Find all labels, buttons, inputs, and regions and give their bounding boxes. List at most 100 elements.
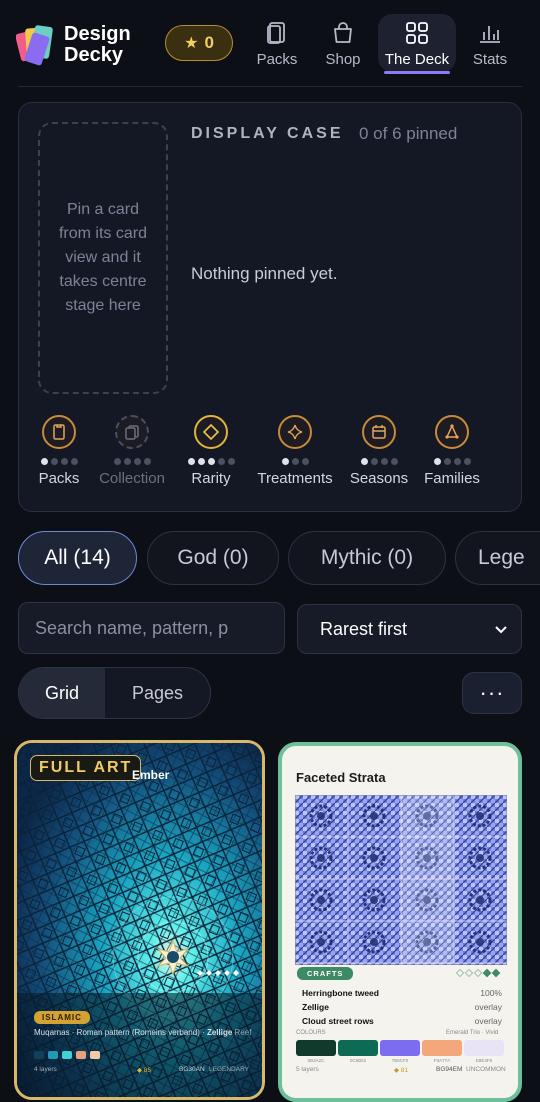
app-header: Design Decky ★ 0 Packs Shop The Deck Sta… bbox=[0, 0, 540, 86]
card-code: BG30AN bbox=[179, 1066, 205, 1073]
palette-swatch bbox=[380, 1040, 420, 1056]
card-ember[interactable]: FULL ART Ember ISLAMIC Muqarnas · Roman … bbox=[14, 740, 265, 1100]
nav-stats[interactable]: Stats bbox=[458, 14, 522, 68]
chevron-down-icon bbox=[495, 626, 507, 634]
rarity-label: UNCOMMON bbox=[466, 1066, 506, 1073]
rarity-gem bbox=[482, 968, 492, 978]
coin-value: 0 bbox=[204, 33, 214, 52]
colours-label: COLOURS bbox=[296, 1030, 326, 1036]
card-name: Faceted Strata bbox=[296, 770, 386, 785]
progress-dots bbox=[187, 458, 235, 465]
progress-dots bbox=[40, 458, 78, 465]
rarity-gem bbox=[455, 968, 465, 978]
pattern-name: Cloud street rows bbox=[302, 1016, 374, 1026]
diamond-icon bbox=[202, 423, 220, 441]
card-faceted-strata[interactable]: Faceted Strata CRAFTS Herringbone tweed 1… bbox=[278, 742, 522, 1102]
score: ◆ 85 bbox=[137, 1067, 152, 1074]
nav-the-deck[interactable]: The Deck bbox=[378, 14, 456, 74]
badge-rarity[interactable]: Rarity bbox=[166, 415, 256, 487]
pill-god[interactable]: God (0) bbox=[147, 531, 279, 585]
coin-balance[interactable]: ★ 0 bbox=[165, 25, 233, 61]
search-input[interactable] bbox=[18, 602, 285, 654]
desc-highlight: Zellige bbox=[206, 1028, 233, 1037]
color-swatch bbox=[76, 1051, 86, 1059]
pin-slot[interactable]: Pin a card from its card view and it tak… bbox=[38, 122, 168, 394]
palette-hex: E8E4F6 bbox=[475, 1058, 493, 1063]
badge-label: Collection bbox=[99, 470, 165, 487]
palette-name: Emerald Trio · Vivid bbox=[446, 1030, 499, 1036]
badge-label: Rarity bbox=[191, 470, 231, 487]
pinned-count: 0 of 6 pinned bbox=[359, 124, 458, 143]
score: ◆ 81 bbox=[394, 1067, 409, 1074]
view-pages-button[interactable]: Pages bbox=[105, 668, 210, 718]
desc-patterns: Muqarnas · Roman pattern (Romeins verban… bbox=[34, 1028, 207, 1037]
color-swatch bbox=[62, 1051, 72, 1059]
badge-treatments[interactable]: Treatments bbox=[250, 415, 340, 487]
collection-icon bbox=[125, 425, 139, 440]
color-swatch bbox=[34, 1051, 44, 1059]
view-grid-button[interactable]: Grid bbox=[19, 668, 105, 718]
pattern-row: Zellige overlay bbox=[302, 1002, 502, 1012]
star-icon: ★ bbox=[184, 35, 199, 52]
active-underline bbox=[384, 71, 450, 74]
badge-collection[interactable]: Collection bbox=[87, 415, 177, 487]
card-description: Muqarnas · Roman pattern (Romeins verban… bbox=[34, 1028, 251, 1037]
shop-bag-icon bbox=[334, 22, 352, 43]
pattern-name: Herringbone tweed bbox=[302, 988, 379, 998]
view-toggle: Grid Pages bbox=[18, 667, 211, 719]
brand-line-1: Design bbox=[64, 23, 131, 45]
network-icon bbox=[445, 424, 459, 439]
pattern-row: Herringbone tweed 100% bbox=[302, 988, 502, 998]
palette-hex: 7B6CF0 bbox=[391, 1058, 409, 1063]
more-options-button[interactable]: ··· bbox=[462, 672, 522, 714]
pattern-blend: overlay bbox=[474, 1002, 502, 1012]
palette-hex: F3A77A bbox=[433, 1058, 451, 1063]
rarity-label: LEGENDARY bbox=[209, 1066, 249, 1073]
color-swatch bbox=[48, 1051, 58, 1059]
brand-line-2: Decky bbox=[64, 44, 123, 66]
pattern-name: Zellige bbox=[302, 1002, 329, 1012]
palette-swatch bbox=[464, 1040, 504, 1056]
card-artwork bbox=[17, 743, 262, 1097]
display-case: Pin a card from its card view and it tak… bbox=[18, 102, 522, 512]
nav-label: Stats bbox=[472, 51, 508, 68]
layer-count: 5 layers bbox=[296, 1066, 319, 1073]
sort-select[interactable]: Rarest first bbox=[297, 604, 522, 654]
card-footer: 4 layers ◆ 85 BG30AN LEGENDARY bbox=[34, 1066, 249, 1074]
palette-swatch bbox=[422, 1040, 462, 1056]
card-code: BG94EM bbox=[436, 1066, 463, 1073]
calendar-icon bbox=[372, 425, 386, 439]
card-artwork bbox=[295, 795, 507, 965]
rarity-gem bbox=[464, 968, 474, 978]
empty-message: Nothing pinned yet. bbox=[191, 264, 338, 283]
progress-dots bbox=[113, 458, 151, 465]
nav-label: Packs bbox=[256, 51, 298, 68]
nav-label: Shop bbox=[325, 51, 361, 68]
brand-name[interactable]: Design Decky bbox=[64, 24, 131, 66]
pill-mythic[interactable]: Mythic (0) bbox=[288, 531, 446, 585]
sort-value: Rarest first bbox=[320, 618, 408, 639]
pill-legendary[interactable]: Lege bbox=[455, 531, 540, 585]
pin-slot-hint: Pin a card from its card view and it tak… bbox=[58, 201, 147, 314]
card-footer: 5 layers ◆ 81 BG94EM UNCOMMON bbox=[296, 1066, 508, 1074]
nav-packs[interactable]: Packs bbox=[245, 14, 309, 68]
display-case-title: DISPLAY CASE bbox=[191, 125, 344, 142]
pattern-row: Cloud street rows overlay bbox=[302, 1016, 502, 1026]
nav-shop[interactable]: Shop bbox=[311, 14, 375, 68]
badge-label: Treatments bbox=[257, 470, 333, 487]
pattern-blend: overlay bbox=[474, 1016, 502, 1026]
rarity-gem bbox=[491, 968, 501, 978]
progress-dots bbox=[433, 458, 471, 465]
card-name: Ember bbox=[132, 768, 170, 782]
grid-icon bbox=[406, 22, 428, 44]
header-divider bbox=[18, 86, 522, 87]
pill-all[interactable]: All (14) bbox=[18, 531, 137, 585]
bar-chart-icon bbox=[480, 26, 500, 43]
badge-families[interactable]: Families bbox=[407, 415, 497, 487]
rarity-filter-pills: All (14) God (0) Mythic (0) Lege bbox=[18, 531, 540, 587]
layer-count: 4 layers bbox=[34, 1066, 57, 1073]
palette-hex: 0B3A2C bbox=[307, 1058, 325, 1063]
packs-icon bbox=[267, 22, 285, 44]
color-swatch bbox=[90, 1051, 100, 1059]
nav-label: The Deck bbox=[384, 51, 450, 68]
